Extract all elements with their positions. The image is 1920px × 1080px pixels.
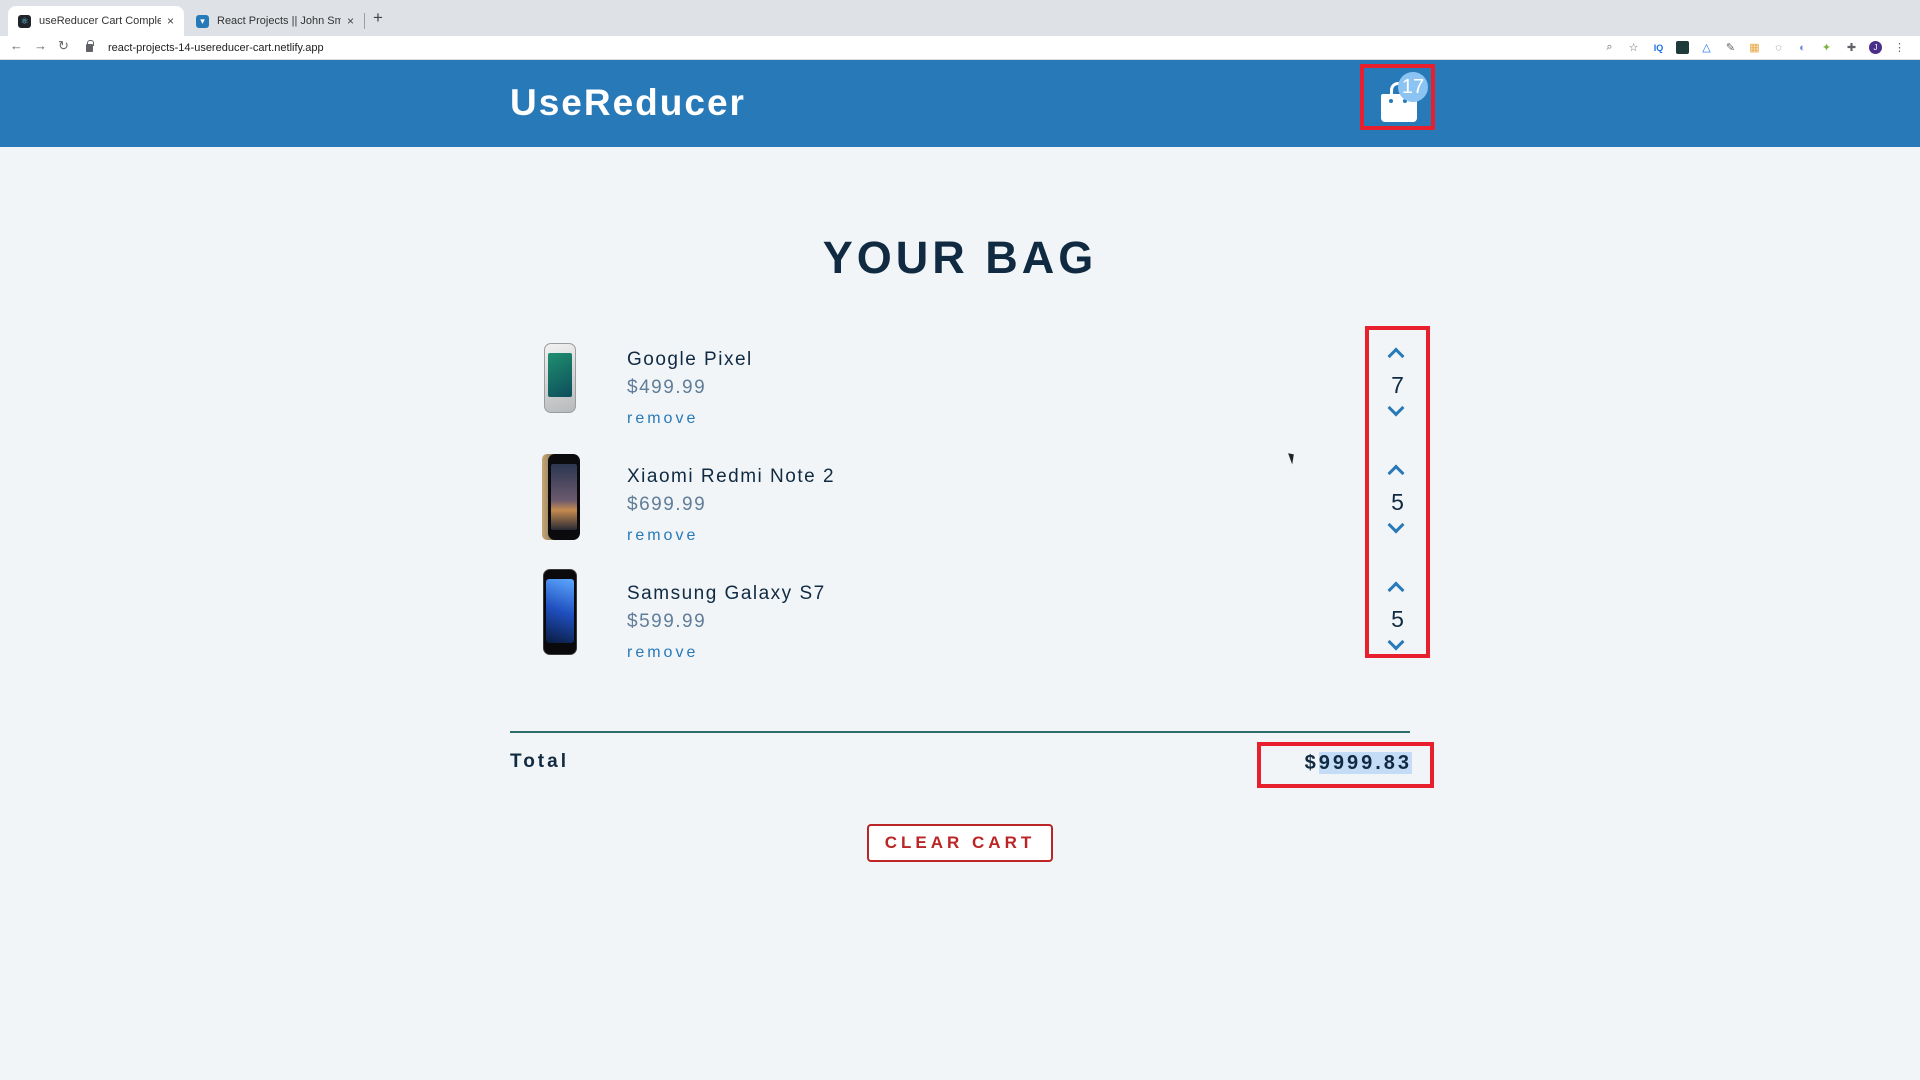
item-price: $499.99 xyxy=(627,377,707,398)
item-price: $699.99 xyxy=(627,494,707,515)
item-name: Xiaomi Redmi Note 2 xyxy=(627,466,836,487)
tab-title: useReducer Cart Complete xyxy=(39,15,161,27)
extension-iq-icon[interactable]: IQ xyxy=(1652,41,1665,54)
item-amount: 5 xyxy=(1391,606,1404,632)
reload-icon[interactable]: ↻ xyxy=(58,38,69,54)
browser-tab-inactive[interactable]: ▾ React Projects || John Smilga × xyxy=(186,6,364,36)
item-name: Samsung Galaxy S7 xyxy=(627,583,826,604)
tab-close-icon[interactable]: × xyxy=(167,14,174,28)
cart-divider xyxy=(510,731,1410,733)
cart-button[interactable]: 17 xyxy=(1360,64,1435,130)
decrease-chevron-down-icon[interactable] xyxy=(1387,516,1405,534)
increase-chevron-up-icon[interactable] xyxy=(1387,581,1405,599)
total-currency: $ xyxy=(1304,752,1319,774)
site-favicon-icon: ▾ xyxy=(196,14,209,28)
extension-calendar-icon[interactable]: ▦ xyxy=(1748,41,1761,54)
item-price: $599.99 xyxy=(627,611,707,632)
total-label: Total xyxy=(510,751,569,772)
bookmark-star-icon[interactable]: ☆ xyxy=(1627,41,1640,54)
profile-avatar[interactable]: J xyxy=(1869,41,1882,54)
remove-button[interactable]: remove xyxy=(627,410,698,428)
react-favicon-icon: ⚛ xyxy=(18,14,31,28)
clear-cart-button[interactable]: CLEAR CART xyxy=(867,824,1053,862)
back-icon[interactable]: ← xyxy=(10,38,23,53)
item-amount: 5 xyxy=(1391,489,1404,515)
extension-leaf-icon[interactable]: ✦ xyxy=(1820,41,1833,54)
tab-title: React Projects || John Smilga xyxy=(217,15,341,27)
product-image-samsung-galaxy-s7 xyxy=(530,569,590,659)
remove-button[interactable]: remove xyxy=(627,644,698,662)
amount-controls: 7 5 5 xyxy=(1365,326,1430,658)
zoom-icon[interactable]: ⌕ xyxy=(1603,41,1616,54)
brand-title: UseReducer xyxy=(510,82,746,123)
product-image-xiaomi-redmi-note-2 xyxy=(530,452,590,542)
total-value: $9999.83 xyxy=(1305,752,1412,775)
decrease-chevron-down-icon[interactable] xyxy=(1387,633,1405,651)
extensions-puzzle-icon[interactable]: ✚ xyxy=(1845,41,1858,54)
app-navbar: UseReducer 17 xyxy=(0,60,1920,147)
decrease-chevron-down-icon[interactable] xyxy=(1387,399,1405,417)
browser-menu-icon[interactable]: ⋮ xyxy=(1893,41,1906,54)
extension-icon[interactable] xyxy=(1676,41,1689,54)
tab-separator xyxy=(364,13,365,29)
extension-ghost-icon[interactable]: ◌ xyxy=(1772,41,1785,54)
cart-item: Xiaomi Redmi Note 2 $699.99 remove xyxy=(510,452,1430,552)
item-amount: 7 xyxy=(1391,372,1404,398)
product-image-google-pixel xyxy=(530,335,590,425)
url-text: react-projects-14-usereducer-cart.netlif… xyxy=(108,42,324,54)
lock-icon xyxy=(86,40,94,52)
browser-toolbar: ← → ↻ react-projects-14-usereducer-cart.… xyxy=(0,36,1920,60)
extension-pen-icon[interactable]: ✎ xyxy=(1724,41,1737,54)
extension-compass-icon[interactable]: ◐ xyxy=(1796,41,1809,54)
item-name: Google Pixel xyxy=(627,349,753,370)
browser-tab-bar: ⚛ useReducer Cart Complete × ▾ React Pro… xyxy=(0,0,1920,36)
cart-count-badge: 17 xyxy=(1398,72,1428,102)
total-amount: 9999.83 xyxy=(1318,752,1412,774)
remove-button[interactable]: remove xyxy=(627,527,698,545)
page-title: YOUR BAG xyxy=(822,232,1098,283)
increase-chevron-up-icon[interactable] xyxy=(1387,464,1405,482)
extension-drive-icon[interactable]: △ xyxy=(1700,41,1713,54)
browser-tab-active[interactable]: ⚛ useReducer Cart Complete × xyxy=(8,6,184,36)
tab-close-icon[interactable]: × xyxy=(347,14,354,28)
cart-item: Google Pixel $499.99 remove xyxy=(510,335,1430,435)
increase-chevron-up-icon[interactable] xyxy=(1387,347,1405,365)
new-tab-button[interactable]: + xyxy=(373,8,383,28)
cart-item: Samsung Galaxy S7 $599.99 remove xyxy=(510,569,1430,669)
address-bar[interactable]: react-projects-14-usereducer-cart.netlif… xyxy=(86,37,1626,59)
forward-icon[interactable]: → xyxy=(34,38,47,53)
total-box: $9999.83 xyxy=(1257,742,1434,788)
